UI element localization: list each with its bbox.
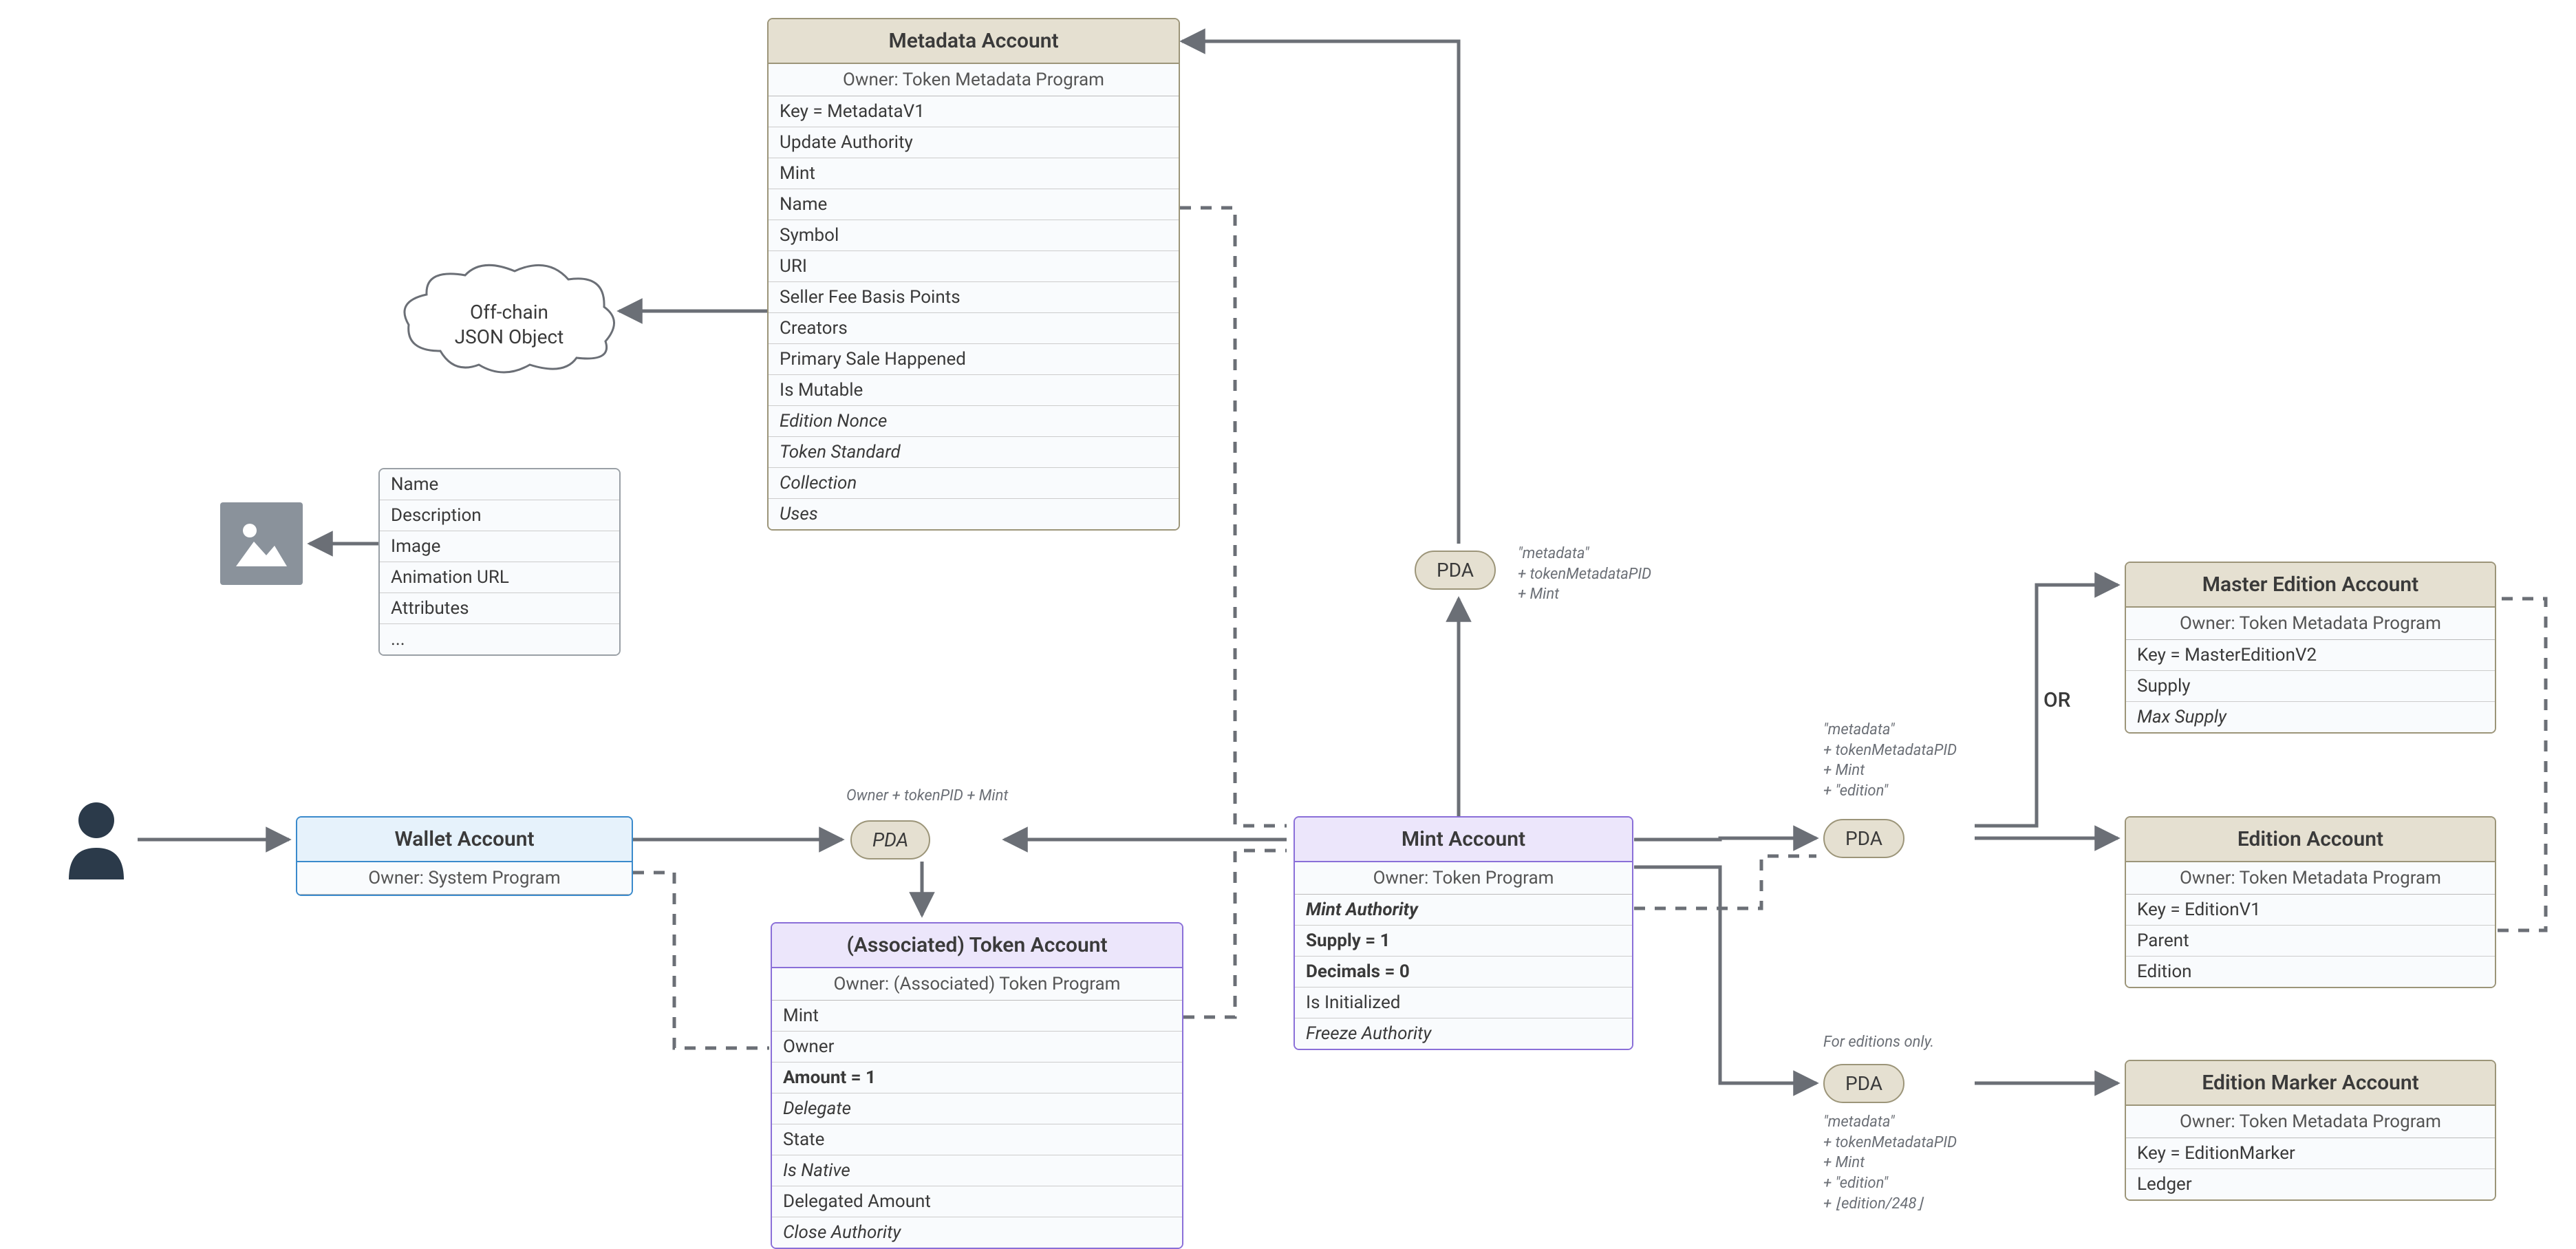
- pda-marker-pill: PDA: [1823, 1064, 1904, 1103]
- edition-field: Parent: [2126, 926, 2495, 957]
- wallet-owner: Owner: System Program: [297, 862, 632, 895]
- user-icon: [62, 798, 131, 886]
- wallet-account-box: Wallet Account Owner: System Program: [296, 816, 633, 896]
- offchain-cloud: Off-chain JSON Object: [399, 261, 619, 378]
- metadata-field: Token Standard: [769, 437, 1179, 468]
- offchain-field: ...: [380, 624, 619, 654]
- mint-field: Mint Authority: [1295, 895, 1632, 926]
- pda-edition-pill: PDA: [1823, 819, 1904, 858]
- ata-field: State: [772, 1124, 1182, 1155]
- edition-marker-box: Edition Marker Account Owner: Token Meta…: [2125, 1060, 2496, 1201]
- edition-title: Edition Account: [2126, 818, 2495, 862]
- mint-account-box: Mint Account Owner: Token Program Mint A…: [1294, 816, 1633, 1050]
- offchain-title-l1: Off-chain: [399, 300, 619, 325]
- marker-field: Key = EditionMarker: [2126, 1138, 2495, 1169]
- pda-center-pill: PDA: [850, 820, 930, 860]
- metadata-field: Seller Fee Basis Points: [769, 282, 1179, 313]
- ata-field: Mint: [772, 1001, 1182, 1032]
- offchain-field: Attributes: [380, 593, 619, 624]
- metadata-field: Primary Sale Happened: [769, 344, 1179, 375]
- master-field: Key = MasterEditionV2: [2126, 640, 2495, 671]
- metadata-field: URI: [769, 251, 1179, 282]
- edition-account-box: Edition Account Owner: Token Metadata Pr…: [2125, 816, 2496, 988]
- marker-owner: Owner: Token Metadata Program: [2126, 1106, 2495, 1138]
- master-title: Master Edition Account: [2126, 563, 2495, 608]
- pda-metadata-seeds: "metadata" + tokenMetadataPID + Mint: [1518, 544, 1651, 605]
- mint-field: Is Initialized: [1295, 988, 1632, 1018]
- offchain-field: Image: [380, 531, 619, 562]
- pda-edition-text: PDA: [1845, 827, 1882, 850]
- image-icon: [220, 502, 303, 585]
- pda-marker-caption: For editions only.: [1823, 1032, 1934, 1053]
- pda-edition-seeds: "metadata" + tokenMetadataPID + Mint + "…: [1823, 720, 1957, 802]
- metadata-owner: Owner: Token Metadata Program: [769, 64, 1179, 96]
- mint-field: Supply = 1: [1295, 926, 1632, 957]
- ata-field: Delegate: [772, 1093, 1182, 1124]
- marker-title: Edition Marker Account: [2126, 1061, 2495, 1106]
- marker-field: Ledger: [2126, 1169, 2495, 1199]
- offchain-title-l2: JSON Object: [399, 325, 619, 350]
- metadata-field: Update Authority: [769, 127, 1179, 158]
- pda-marker-seeds: "metadata" + tokenMetadataPID + Mint + "…: [1823, 1112, 1957, 1214]
- ata-title: (Associated) Token Account: [772, 924, 1182, 968]
- metadata-field: Is Mutable: [769, 375, 1179, 406]
- ata-field: Amount = 1: [772, 1063, 1182, 1093]
- wallet-title: Wallet Account: [297, 818, 632, 862]
- or-label: OR: [2043, 688, 2071, 712]
- pda-metadata-pill: PDA: [1415, 551, 1496, 590]
- pda-center-text: PDA: [872, 829, 908, 851]
- mint-title: Mint Account: [1295, 818, 1632, 862]
- ata-box: (Associated) Token Account Owner: (Assoc…: [771, 922, 1183, 1249]
- metadata-field: Key = MetadataV1: [769, 96, 1179, 127]
- metadata-field: Symbol: [769, 220, 1179, 251]
- metadata-field: Collection: [769, 468, 1179, 499]
- metadata-account-box: Metadata Account Owner: Token Metadata P…: [767, 18, 1180, 531]
- ata-field: Owner: [772, 1032, 1182, 1063]
- mint-owner: Owner: Token Program: [1295, 862, 1632, 895]
- edition-owner: Owner: Token Metadata Program: [2126, 862, 2495, 895]
- metadata-title: Metadata Account: [769, 19, 1179, 64]
- offchain-field: Animation URL: [380, 562, 619, 593]
- pda-marker-text: PDA: [1845, 1072, 1882, 1095]
- offchain-fields-box: NameDescriptionImageAnimation URLAttribu…: [378, 468, 621, 656]
- offchain-field: Description: [380, 500, 619, 531]
- master-owner: Owner: Token Metadata Program: [2126, 608, 2495, 640]
- metadata-field: Mint: [769, 158, 1179, 189]
- master-edition-box: Master Edition Account Owner: Token Meta…: [2125, 562, 2496, 734]
- mint-field: Decimals = 0: [1295, 957, 1632, 988]
- pda-owner-label: Owner + tokenPID + Mint: [846, 786, 1008, 807]
- edition-field: Key = EditionV1: [2126, 895, 2495, 926]
- offchain-field: Name: [380, 469, 619, 500]
- metadata-field: Name: [769, 189, 1179, 220]
- metadata-field: Creators: [769, 313, 1179, 344]
- ata-owner: Owner: (Associated) Token Program: [772, 968, 1182, 1001]
- master-field: Max Supply: [2126, 702, 2495, 732]
- master-field: Supply: [2126, 671, 2495, 702]
- ata-field: Delegated Amount: [772, 1186, 1182, 1217]
- edition-field: Edition: [2126, 957, 2495, 987]
- pda-metadata-text: PDA: [1437, 559, 1474, 581]
- ata-field: Is Native: [772, 1155, 1182, 1186]
- mint-field: Freeze Authority: [1295, 1018, 1632, 1049]
- metadata-field: Edition Nonce: [769, 406, 1179, 437]
- metadata-field: Uses: [769, 499, 1179, 529]
